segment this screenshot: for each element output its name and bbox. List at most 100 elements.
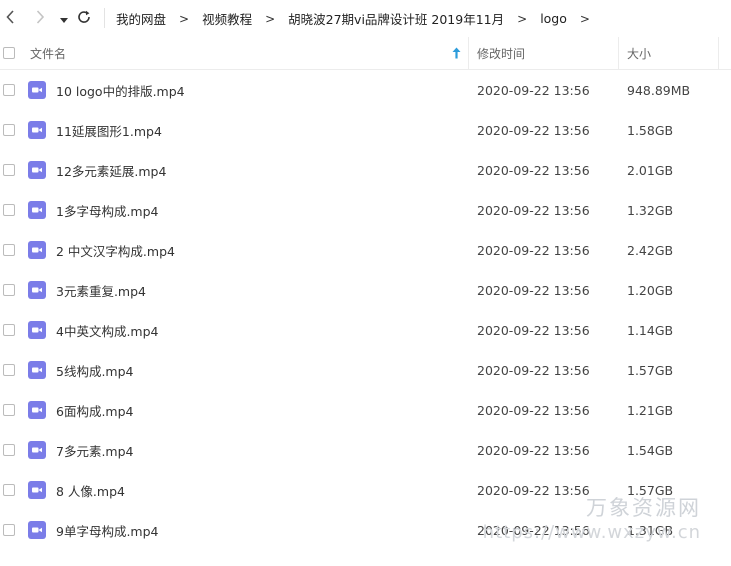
select-all-checkbox[interactable] <box>3 47 15 59</box>
file-row[interactable]: 3元素重复.mp4 2020-09-22 13:56 1.20GB <box>0 270 731 310</box>
chevron-right-icon <box>35 9 45 28</box>
breadcrumb-item-current[interactable]: logo <box>540 11 567 26</box>
file-size: 948.89MB <box>627 82 691 98</box>
file-name[interactable]: 9单字母构成.mp4 <box>56 510 159 550</box>
toolbar: 我的网盘 > 视频教程 > 胡晓波27期vi品牌设计班 2019年11月 > l… <box>0 0 731 37</box>
video-file-icon <box>28 401 46 419</box>
file-modified-time: 2020-09-22 13:56 <box>477 402 590 418</box>
file-size: 1.31GB <box>627 522 674 538</box>
file-size: 1.57GB <box>627 362 674 378</box>
refresh-icon <box>77 9 91 28</box>
sort-ascending-icon[interactable] <box>452 47 461 62</box>
file-name[interactable]: 12多元素延展.mp4 <box>56 150 166 190</box>
file-list-header: 文件名 修改时间 大小 <box>0 37 731 70</box>
file-name[interactable]: 2 中文汉字构成.mp4 <box>56 230 175 270</box>
row-checkbox[interactable] <box>3 524 15 536</box>
column-header-size[interactable]: 大小 <box>627 37 651 69</box>
breadcrumb-item[interactable]: 视频教程 <box>202 9 252 28</box>
breadcrumb-separator-icon: > <box>579 11 590 26</box>
column-header-name[interactable]: 文件名 <box>30 37 66 69</box>
row-checkbox[interactable] <box>3 324 15 336</box>
file-row[interactable]: 10 logo中的排版.mp4 2020-09-22 13:56 948.89M… <box>0 70 731 110</box>
file-row[interactable]: 9单字母构成.mp4 2020-09-22 13:56 1.31GB <box>0 510 731 550</box>
video-file-icon <box>28 441 46 459</box>
file-row[interactable]: 7多元素.mp4 2020-09-22 13:56 1.54GB <box>0 430 731 470</box>
file-name[interactable]: 8 人像.mp4 <box>56 470 125 510</box>
file-name[interactable]: 1多字母构成.mp4 <box>56 190 159 230</box>
video-file-icon <box>28 521 46 539</box>
file-modified-time: 2020-09-22 13:56 <box>477 362 590 378</box>
file-row[interactable]: 11延展图形1.mp4 2020-09-22 13:56 1.58GB <box>0 110 731 150</box>
file-name[interactable]: 10 logo中的排版.mp4 <box>56 70 185 110</box>
file-modified-time: 2020-09-22 13:56 <box>477 522 590 538</box>
row-checkbox[interactable] <box>3 204 15 216</box>
file-row[interactable]: 4中英文构成.mp4 2020-09-22 13:56 1.14GB <box>0 310 731 350</box>
chevron-left-icon <box>6 9 16 28</box>
breadcrumb-separator-icon: > <box>179 11 190 26</box>
row-checkbox[interactable] <box>3 284 15 296</box>
file-size: 1.20GB <box>627 282 674 298</box>
file-row[interactable]: 1多字母构成.mp4 2020-09-22 13:56 1.32GB <box>0 190 731 230</box>
column-header-modified[interactable]: 修改时间 <box>477 37 525 69</box>
history-dropdown-button[interactable] <box>55 9 73 27</box>
file-row[interactable]: 5线构成.mp4 2020-09-22 13:56 1.57GB <box>0 350 731 390</box>
toolbar-divider <box>104 8 105 28</box>
file-row[interactable]: 12多元素延展.mp4 2020-09-22 13:56 2.01GB <box>0 150 731 190</box>
video-file-icon <box>28 361 46 379</box>
breadcrumb: 我的网盘 > 视频教程 > 胡晓波27期vi品牌设计班 2019年11月 > l… <box>116 0 603 37</box>
file-row[interactable]: 2 中文汉字构成.mp4 2020-09-22 13:56 2.42GB <box>0 230 731 270</box>
row-checkbox[interactable] <box>3 124 15 136</box>
video-file-icon <box>28 81 46 99</box>
file-modified-time: 2020-09-22 13:56 <box>477 282 590 298</box>
video-file-icon <box>28 241 46 259</box>
file-modified-time: 2020-09-22 13:56 <box>477 122 590 138</box>
forward-button[interactable] <box>31 9 49 27</box>
row-checkbox[interactable] <box>3 164 15 176</box>
column-divider[interactable] <box>618 37 619 69</box>
row-checkbox[interactable] <box>3 404 15 416</box>
row-checkbox[interactable] <box>3 444 15 456</box>
file-modified-time: 2020-09-22 13:56 <box>477 162 590 178</box>
video-file-icon <box>28 481 46 499</box>
refresh-button[interactable] <box>75 9 93 27</box>
row-checkbox[interactable] <box>3 84 15 96</box>
video-file-icon <box>28 121 46 139</box>
file-name[interactable]: 7多元素.mp4 <box>56 430 134 470</box>
file-size: 1.54GB <box>627 442 674 458</box>
file-modified-time: 2020-09-22 13:56 <box>477 322 590 338</box>
file-modified-time: 2020-09-22 13:56 <box>477 242 590 258</box>
file-modified-time: 2020-09-22 13:56 <box>477 82 590 98</box>
file-name[interactable]: 6面构成.mp4 <box>56 390 134 430</box>
video-file-icon <box>28 281 46 299</box>
video-file-icon <box>28 321 46 339</box>
file-name[interactable]: 5线构成.mp4 <box>56 350 134 390</box>
file-size: 1.32GB <box>627 202 674 218</box>
video-file-icon <box>28 161 46 179</box>
breadcrumb-separator-icon: > <box>517 11 528 26</box>
file-modified-time: 2020-09-22 13:56 <box>477 482 590 498</box>
breadcrumb-item[interactable]: 我的网盘 <box>116 9 166 28</box>
file-size: 1.14GB <box>627 322 674 338</box>
column-divider[interactable] <box>468 37 469 69</box>
file-name[interactable]: 4中英文构成.mp4 <box>56 310 159 350</box>
row-checkbox[interactable] <box>3 364 15 376</box>
caret-down-icon <box>60 9 68 28</box>
file-size: 1.58GB <box>627 122 674 138</box>
row-checkbox[interactable] <box>3 244 15 256</box>
file-name[interactable]: 3元素重复.mp4 <box>56 270 146 310</box>
file-modified-time: 2020-09-22 13:56 <box>477 202 590 218</box>
row-checkbox[interactable] <box>3 484 15 496</box>
file-name[interactable]: 11延展图形1.mp4 <box>56 110 162 150</box>
back-button[interactable] <box>2 9 20 27</box>
file-row[interactable]: 8 人像.mp4 2020-09-22 13:56 1.57GB <box>0 470 731 510</box>
file-size: 1.21GB <box>627 402 674 418</box>
file-row[interactable]: 6面构成.mp4 2020-09-22 13:56 1.21GB <box>0 390 731 430</box>
file-modified-time: 2020-09-22 13:56 <box>477 442 590 458</box>
column-header-modified-label: 修改时间 <box>477 46 526 61</box>
file-size: 1.57GB <box>627 482 674 498</box>
video-file-icon <box>28 201 46 219</box>
breadcrumb-item[interactable]: 胡晓波27期vi品牌设计班 2019年11月 <box>288 9 504 28</box>
file-size: 2.42GB <box>627 242 674 258</box>
column-header-name-label: 文件名 <box>30 46 67 61</box>
column-divider[interactable] <box>718 37 719 69</box>
